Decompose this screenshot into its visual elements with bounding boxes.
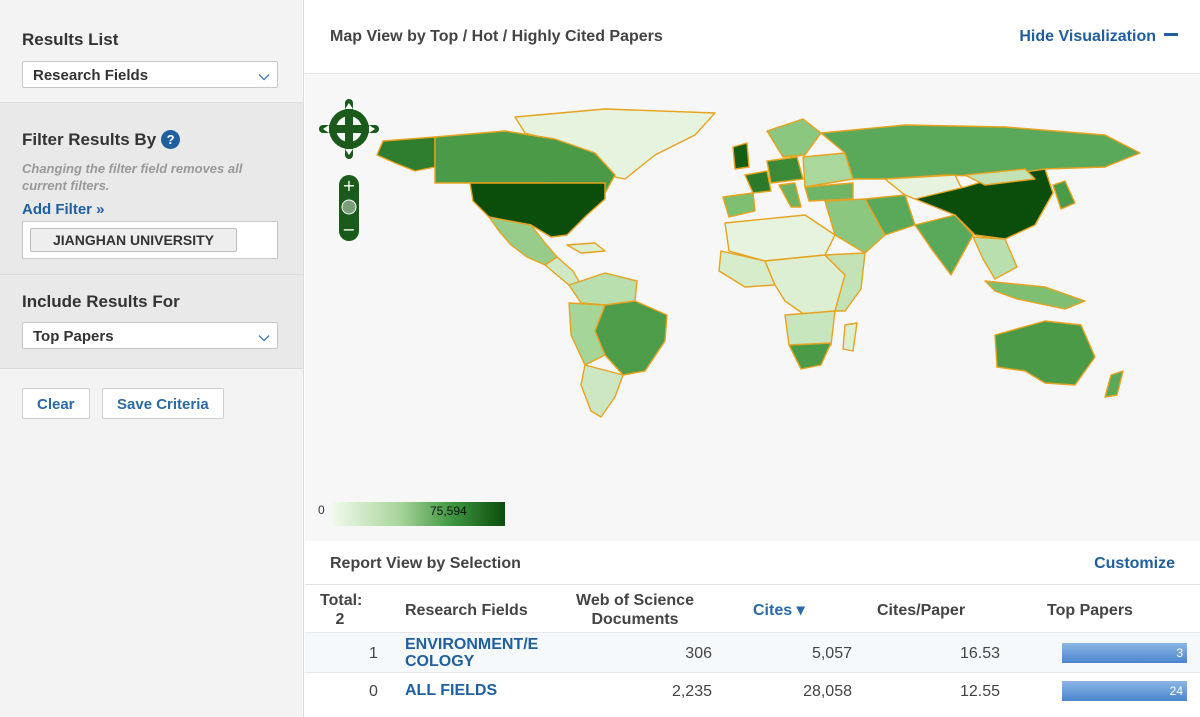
- th-top-papers[interactable]: Top Papers: [1047, 601, 1133, 620]
- chevron-down-icon: ⌵: [258, 328, 270, 344]
- filter-chip-box: JIANGHAN UNIVERSITY: [22, 221, 278, 259]
- minus-icon: [1164, 33, 1178, 36]
- th-wos-documents[interactable]: Web of Science Documents: [573, 591, 697, 629]
- row-field-line2: COLOGY: [405, 653, 475, 670]
- report-header: Report View by Selection Customize: [305, 541, 1200, 585]
- filter-label: Filter Results By: [22, 130, 157, 149]
- main-panel: Map View by Top / Hot / Highly Cited Pap…: [305, 0, 1200, 717]
- country-new-zealand: [1104, 370, 1124, 398]
- total-header: Total: 2: [320, 591, 363, 629]
- country-south-africa: [788, 342, 832, 370]
- visualization-title: Map View by Top / Hot / Highly Cited Pap…: [330, 28, 663, 45]
- zoom-out-icon: −: [342, 220, 355, 239]
- th-wos-line1: Web of Science: [576, 592, 694, 609]
- country-north-africa: [724, 214, 836, 262]
- th-cites[interactable]: Cites ▾: [753, 601, 805, 620]
- country-iberia: [722, 192, 756, 218]
- country-central-africa: [764, 254, 846, 316]
- row-cites: 28,058: [803, 683, 852, 700]
- clear-button[interactable]: Clear: [22, 388, 90, 419]
- add-filter-link[interactable]: Add Filter »: [22, 201, 105, 218]
- legend-min: 0: [318, 503, 325, 517]
- country-cuba: [566, 242, 606, 254]
- help-icon[interactable]: ?: [161, 130, 181, 149]
- country-uk: [732, 142, 750, 170]
- results-list-section: Results List Research Fields ⌵: [0, 0, 303, 102]
- include-section: Include Results For Top Papers ⌵: [0, 274, 303, 368]
- row-cites: 5,057: [811, 645, 852, 662]
- th-research-fields[interactable]: Research Fields: [405, 601, 528, 620]
- legend-bar: [330, 502, 505, 526]
- hide-visualization-label: Hide Visualization: [1019, 28, 1156, 45]
- row-rank: 0: [369, 683, 378, 700]
- include-label: Include Results For: [22, 292, 180, 311]
- zoom-in-icon: +: [342, 176, 355, 195]
- th-cites-per-paper[interactable]: Cites/Paper: [877, 601, 965, 620]
- filter-hint: Changing the filter field removes all cu…: [22, 161, 243, 193]
- row-field-link[interactable]: ENVIRONMENT/E COLOGY: [405, 636, 538, 670]
- country-madagascar: [842, 322, 858, 352]
- country-colombia-venezuela: [568, 272, 638, 306]
- country-eastern-europe: [802, 152, 854, 188]
- filter-section: Filter Results By? Changing the filter f…: [0, 102, 303, 274]
- chevron-down-icon: ⌵: [258, 67, 270, 83]
- row-cites-per-paper: 16.53: [959, 645, 1000, 662]
- top-papers-bar[interactable]: 3: [1062, 643, 1187, 663]
- results-list-label: Results List: [22, 30, 119, 49]
- filter-label-row: Filter Results By?: [22, 130, 181, 150]
- country-argentina-chile: [580, 364, 624, 418]
- country-usa: [469, 182, 606, 238]
- row-wos: 2,235: [671, 683, 712, 700]
- include-select[interactable]: Top Papers ⌵: [22, 322, 278, 349]
- country-korea-japan: [1052, 180, 1076, 210]
- sidebar-actions: Clear Save Criteria: [0, 368, 303, 428]
- country-se-asia: [972, 236, 1018, 280]
- row-wos: 306: [685, 645, 712, 662]
- country-italy: [778, 182, 802, 208]
- results-list-select[interactable]: Research Fields ⌵: [22, 61, 278, 88]
- country-central-america: [544, 256, 582, 286]
- filter-chip[interactable]: JIANGHAN UNIVERSITY: [30, 228, 238, 252]
- row-cites-per-paper: 12.55: [959, 683, 1000, 700]
- table-row: 0 ALL FIELDS 2,235 28,058 12.55 24: [305, 672, 1200, 717]
- app-window: Results List Research Fields ⌵ Filter Re…: [0, 0, 1200, 717]
- th-wos-line2: Documents: [591, 611, 679, 628]
- table-row: 1 ENVIRONMENT/E COLOGY 306 5,057 16.53 3: [305, 632, 1200, 672]
- hide-visualization-link[interactable]: Hide Visualization: [1019, 28, 1178, 46]
- total-value: 2: [335, 611, 345, 628]
- country-turkey: [804, 182, 854, 202]
- legend-max: 75,594: [430, 504, 467, 518]
- row-rank: 1: [369, 645, 378, 662]
- top-papers-bar[interactable]: 24: [1062, 681, 1187, 701]
- country-indonesia: [984, 280, 1086, 310]
- map-zoom-control[interactable]: + −: [339, 175, 359, 241]
- row-field-line1: ALL FIELDS: [405, 682, 498, 699]
- row-field-line1: ENVIRONMENT/E: [405, 636, 539, 653]
- world-map[interactable]: + − 0 75,594: [305, 75, 1200, 541]
- world-map-svg[interactable]: + −: [305, 75, 1200, 541]
- country-france: [744, 170, 772, 194]
- country-brazil: [594, 300, 668, 376]
- sidebar: Results List Research Fields ⌵ Filter Re…: [0, 0, 304, 717]
- customize-link[interactable]: Customize: [1094, 555, 1175, 573]
- save-criteria-button[interactable]: Save Criteria: [102, 388, 224, 419]
- map-pan-control[interactable]: [319, 99, 379, 159]
- country-germany-central: [766, 156, 804, 184]
- country-scandinavia: [766, 118, 822, 158]
- country-alaska: [376, 136, 436, 172]
- report-title: Report View by Selection: [330, 555, 521, 572]
- country-australia: [994, 320, 1096, 386]
- total-label: Total:: [320, 592, 363, 609]
- visualization-header: Map View by Top / Hot / Highly Cited Pap…: [305, 0, 1200, 74]
- country-russia: [820, 124, 1141, 180]
- results-list-value: Research Fields: [33, 67, 149, 84]
- row-field-link[interactable]: ALL FIELDS: [405, 682, 497, 699]
- include-value: Top Papers: [33, 328, 114, 345]
